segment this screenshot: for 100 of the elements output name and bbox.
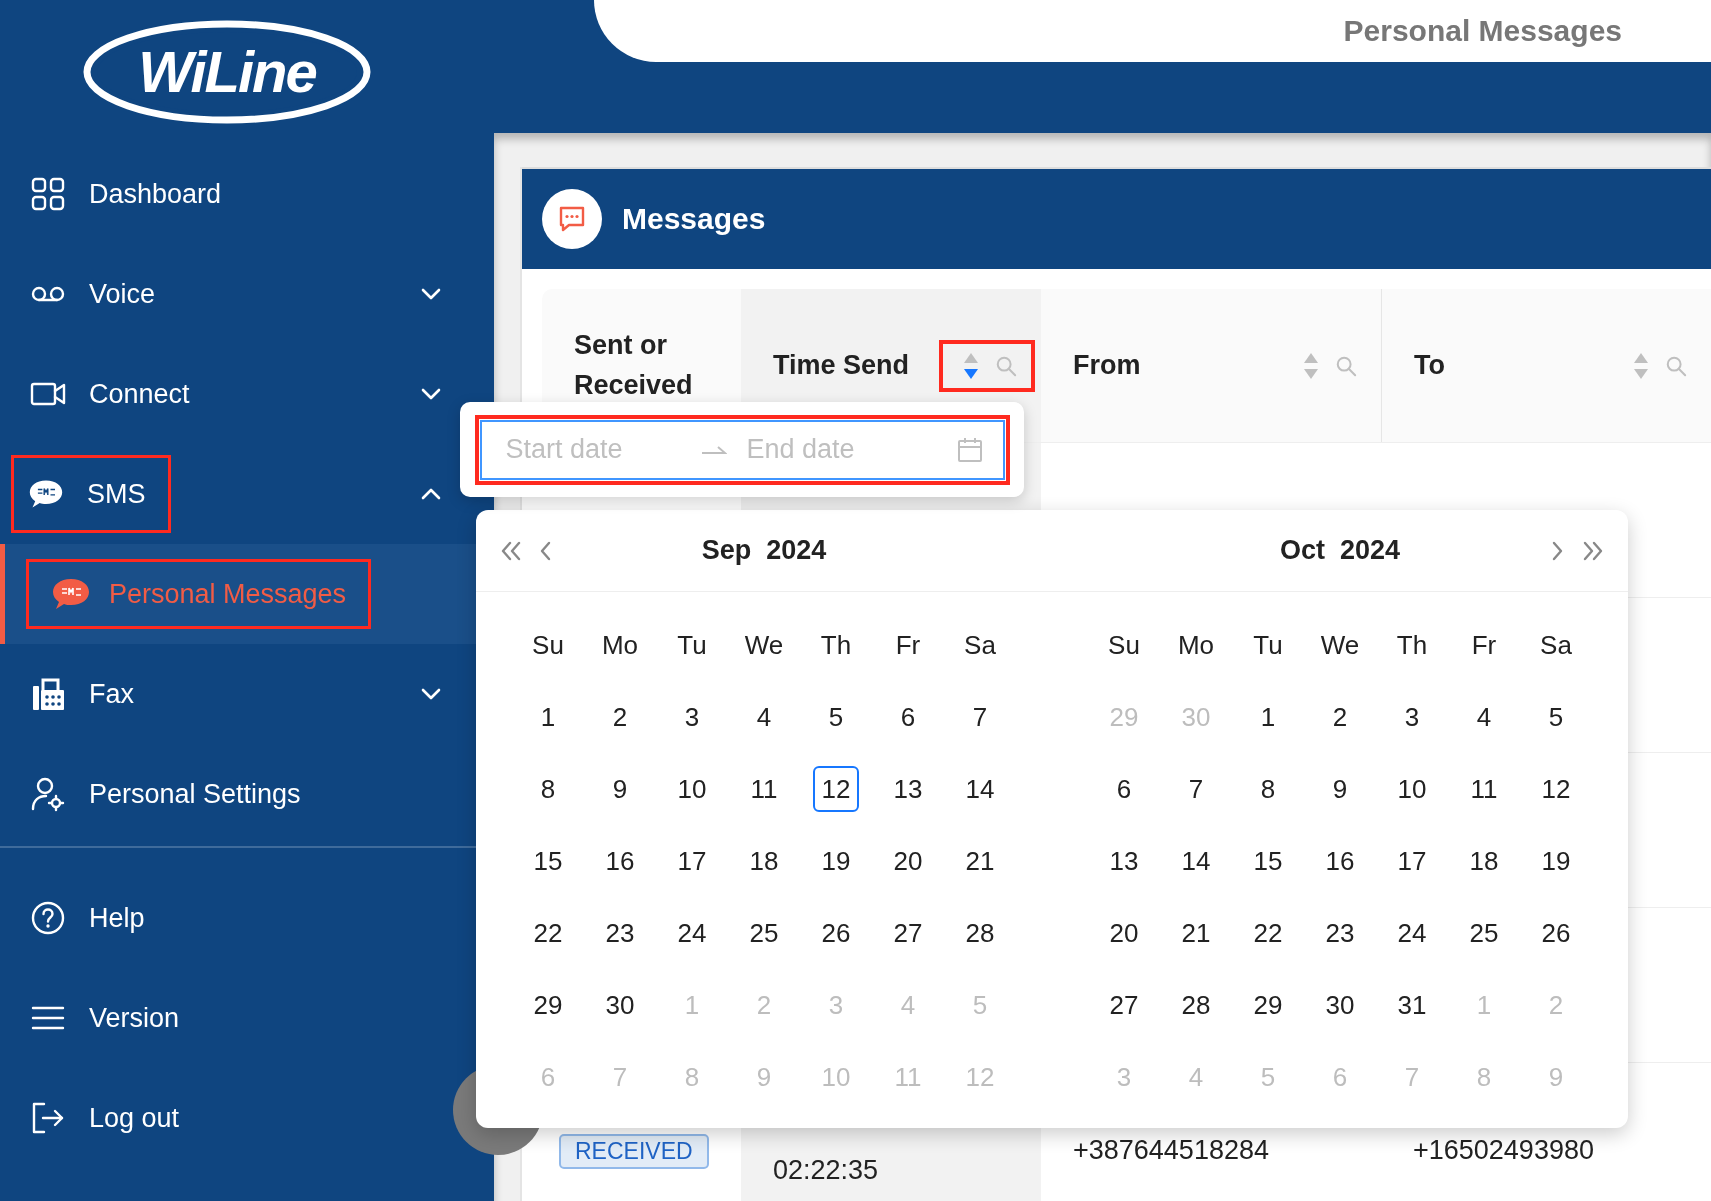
weekday-label: Tu (1252, 628, 1284, 662)
weekday-label: We (1319, 628, 1361, 662)
user-gear-icon (30, 776, 66, 812)
menu-item[interactable]: SMS (87, 478, 146, 510)
weekday-label: We (743, 628, 785, 662)
weekday-label: Th (819, 628, 853, 662)
calendar-day[interactable]: 22 (1253, 917, 1283, 949)
calendar-day[interactable]: 16 (1325, 845, 1355, 877)
calendar-day[interactable]: 19 (1541, 845, 1571, 877)
fax-icon (30, 676, 66, 712)
calendar-day[interactable]: 24 (1397, 917, 1427, 949)
dashboard-grid-icon (30, 176, 66, 212)
weekday-label: Fr (1470, 628, 1498, 662)
calendar-day[interactable]: 3 (1404, 701, 1420, 733)
calendar-day[interactable]: 21 (1181, 917, 1211, 949)
calendar-day[interactable]: 4 (756, 701, 772, 733)
menu-item[interactable]: Connect (89, 378, 190, 410)
calendar-day[interactable]: 2 (1332, 701, 1348, 733)
weekday-label: Sa (1539, 628, 1573, 662)
calendar-day[interactable]: 30 (605, 989, 635, 1021)
calendar-day[interactable]: 1 (540, 701, 556, 733)
calendar-day[interactable]: 14 (1181, 845, 1211, 877)
chat-bubble-icon (542, 189, 602, 249)
calendar-day[interactable]: 31 (1397, 989, 1427, 1021)
menu-item[interactable]: Version (89, 1002, 180, 1034)
weekday-label: Fr (894, 628, 922, 662)
calendar-day[interactable]: 23 (1325, 917, 1355, 949)
menu-item[interactable]: Fax (89, 678, 134, 710)
calendar-day[interactable]: 29 (533, 989, 563, 1021)
calendar-day[interactable]: 7 (1188, 773, 1204, 805)
calendar-day[interactable]: 1 (1260, 701, 1276, 733)
calendar-day[interactable]: 27 (893, 917, 923, 949)
calendar-day[interactable]: 18 (749, 845, 779, 877)
calendar-day[interactable]: 5 (1548, 701, 1564, 733)
calendar-day[interactable]: 4 (1476, 701, 1492, 733)
calendar-day[interactable]: 27 (1109, 989, 1139, 1021)
calendar-day[interactable]: 25 (1469, 917, 1499, 949)
calendar-day[interactable]: 16 (605, 845, 635, 877)
help-icon (30, 900, 66, 936)
calendar-day[interactable]: 20 (893, 845, 923, 877)
calendar-day[interactable]: 13 (893, 773, 923, 805)
calendar-day[interactable]: 10 (677, 773, 707, 805)
calendar-day[interactable]: 12 (1541, 773, 1571, 805)
calendar-day[interactable]: 19 (821, 845, 851, 877)
calendar-day[interactable]: 23 (605, 917, 635, 949)
sort-icon[interactable] (963, 351, 979, 380)
calendar-day[interactable]: 17 (677, 845, 707, 877)
calendar-day[interactable]: 12 (813, 766, 859, 812)
calendar-day[interactable]: 15 (1253, 845, 1283, 877)
card-title: Messages (622, 202, 766, 236)
calendar-day[interactable]: 9 (612, 773, 628, 805)
calendar-day[interactable]: 8 (1260, 773, 1276, 805)
weekday-label: Sa (963, 628, 997, 662)
calendar-day[interactable]: 6 (900, 701, 916, 733)
weekday-label: Th (1395, 628, 1429, 662)
menu-item[interactable]: Help (89, 902, 145, 934)
weekday-label: Mo (600, 628, 640, 662)
calendar-icon[interactable] (956, 436, 983, 463)
calendar-day[interactable]: 11 (1470, 773, 1498, 805)
sms-bubble-icon (51, 576, 91, 612)
calendar-day[interactable]: 8 (540, 773, 556, 805)
calendar-day[interactable]: 11 (750, 773, 778, 805)
calendar-day[interactable]: 21 (965, 845, 995, 877)
double-chevron-icon[interactable] (500, 540, 522, 561)
calendar-day[interactable]: 6 (1116, 773, 1132, 805)
calendar-day[interactable]: 25 (749, 917, 779, 949)
double-chevron-icon[interactable] (1582, 540, 1604, 561)
weekday-label: Su (531, 628, 565, 662)
calendar-day[interactable]: 7 (972, 701, 988, 733)
month-title[interactable]: Sep 2024 (570, 535, 958, 566)
month-title[interactable]: Oct 2024 (1146, 535, 1534, 566)
weekday-label: Mo (1176, 628, 1216, 662)
calendar-day[interactable]: 26 (821, 917, 851, 949)
calendar-day[interactable]: 14 (965, 773, 995, 805)
calendar-day[interactable]: 2 (612, 701, 628, 733)
calendar-day[interactable]: 28 (1181, 989, 1211, 1021)
menu-item[interactable]: Dashboard (89, 178, 222, 210)
weekday-label: Su (1107, 628, 1141, 662)
calendar-day[interactable]: 29 (1253, 989, 1283, 1021)
calendar-day[interactable]: 30 (1325, 989, 1355, 1021)
table-cell-text: 02:22:35 (773, 1155, 880, 1186)
calendar-day[interactable]: 15 (533, 845, 563, 877)
calendar-day[interactable]: 22 (533, 917, 563, 949)
table-cell: +16502493980 (1413, 1135, 1594, 1165)
weekday-label: Tu (676, 628, 708, 662)
calendar-day[interactable]: 10 (1397, 773, 1427, 805)
calendar-day[interactable]: 9 (1332, 773, 1348, 805)
menu-item[interactable]: Voice (89, 278, 156, 310)
calendar-day[interactable]: 5 (828, 701, 844, 733)
calendar-day[interactable]: 26 (1541, 917, 1571, 949)
menu-item[interactable]: Log out (89, 1102, 180, 1134)
calendar-day[interactable]: 13 (1109, 845, 1139, 877)
calendar-day[interactable]: 3 (684, 701, 700, 733)
calendar-day[interactable]: 18 (1469, 845, 1499, 877)
calendar-day[interactable]: 28 (965, 917, 995, 949)
calendar-day[interactable]: 24 (677, 917, 707, 949)
menu-item[interactable]: Personal Settings (89, 778, 301, 810)
start-date-input[interactable]: Start date (503, 433, 683, 466)
calendar-day[interactable]: 17 (1397, 845, 1427, 877)
calendar-day[interactable]: 20 (1109, 917, 1139, 949)
